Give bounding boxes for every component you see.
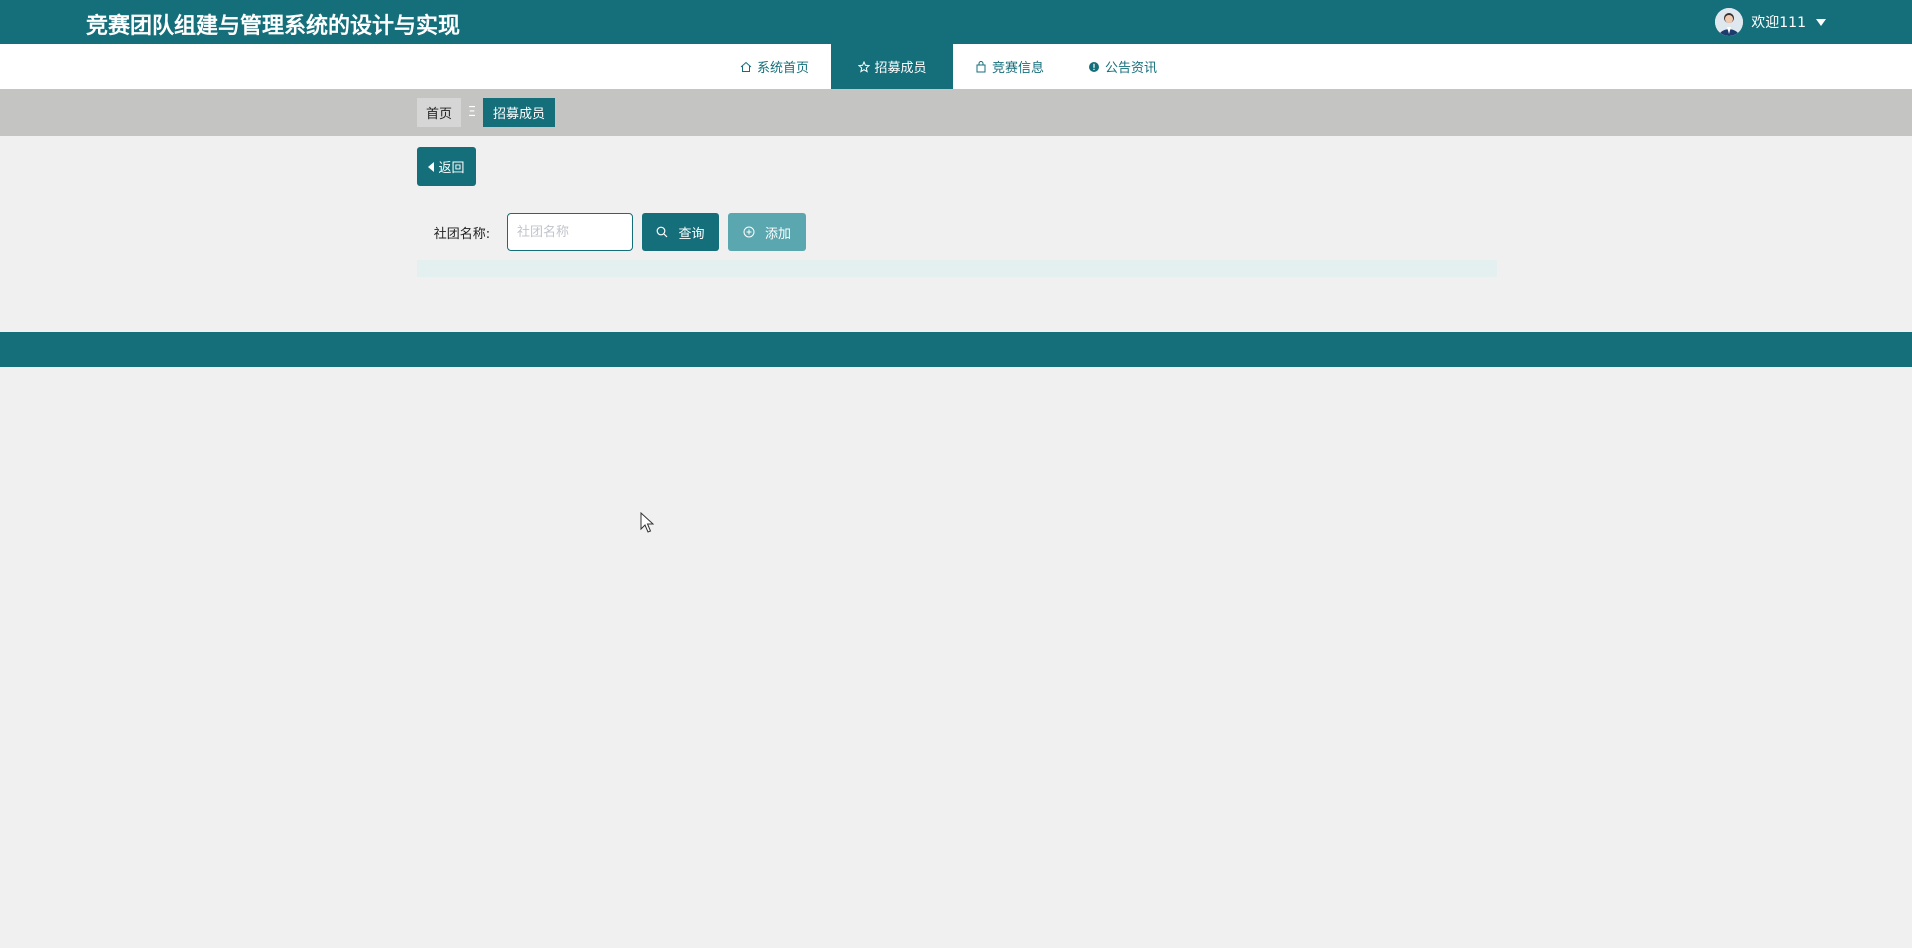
nav-item-label: 竞赛信息: [992, 61, 1045, 76]
search-label: 社团名称:: [433, 226, 491, 242]
caret-left-icon: [428, 161, 435, 172]
star-icon: [857, 60, 870, 73]
breadcrumb-home[interactable]: 首页: [417, 98, 462, 127]
results-table-header: [417, 260, 1497, 277]
query-button-label: 查询: [678, 226, 705, 242]
add-button-label: 添加: [764, 226, 791, 242]
nav-item-label: 招募成员: [874, 61, 927, 76]
search-icon: [657, 226, 668, 238]
info-circle-icon: [1089, 61, 1100, 72]
caret-down-icon: [1816, 18, 1826, 26]
mouse-cursor-icon: [640, 512, 654, 533]
avatar: [1715, 8, 1744, 36]
user-menu[interactable]: 欢迎111: [1715, 6, 1826, 38]
home-icon: [740, 61, 752, 72]
nav-item-label: 公告资讯: [1105, 61, 1158, 76]
nav-item-home[interactable]: 系统首页: [718, 44, 831, 89]
main-nav: 系统首页 招募成员 竞赛信息 公告资讯: [0, 44, 1912, 89]
search-form: 社团名称: 查询 添加: [417, 213, 806, 251]
welcome-text: 欢迎111: [1751, 15, 1806, 31]
user-avatar-icon: [1715, 8, 1744, 36]
bag-icon: [976, 60, 986, 72]
breadcrumb-separator: Ξ: [467, 105, 477, 120]
nav-item-label: 系统首页: [757, 61, 810, 76]
nav-item-recruit[interactable]: 招募成员: [831, 44, 954, 89]
back-button-label: 返回: [438, 161, 465, 176]
site-title: 竞赛团队组建与管理系统的设计与实现: [86, 14, 461, 39]
top-header: 竞赛团队组建与管理系统的设计与实现 欢迎111: [0, 0, 1912, 44]
plus-circle-icon: [743, 226, 755, 238]
nav-item-news[interactable]: 公告资讯: [1066, 44, 1179, 89]
query-button[interactable]: 查询: [642, 213, 719, 251]
page-footer: [0, 332, 1912, 367]
back-button[interactable]: 返回: [417, 147, 476, 186]
nav-item-competition[interactable]: 竞赛信息: [953, 44, 1066, 89]
breadcrumb: 首页 Ξ 招募成员: [0, 89, 1912, 136]
club-name-input[interactable]: [507, 213, 633, 251]
breadcrumb-current: 招募成员: [483, 98, 556, 127]
add-button[interactable]: 添加: [728, 213, 806, 251]
